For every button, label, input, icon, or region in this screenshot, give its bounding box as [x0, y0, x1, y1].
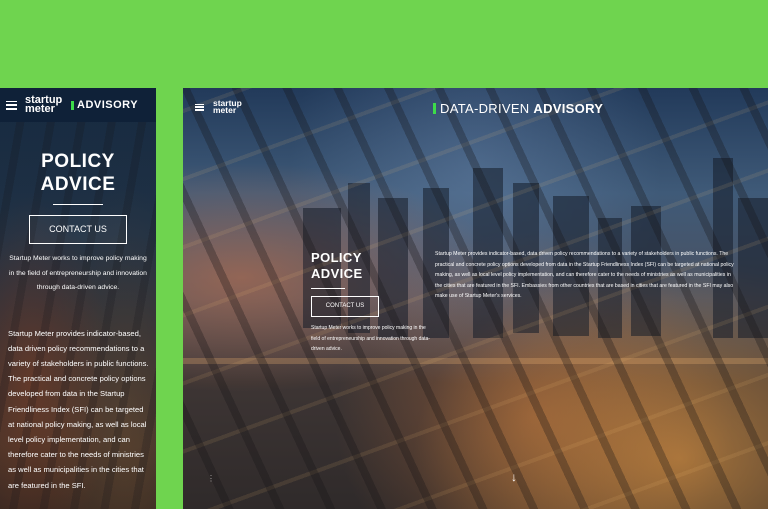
mobile-page-title: POLICY ADVICE — [6, 150, 150, 196]
arrow-down-icon[interactable]: ↓ — [511, 470, 517, 484]
mobile-brand: ADVISORY — [77, 99, 139, 111]
header-title-prefix: DATA-DRIVEN — [440, 101, 530, 116]
desktop-hero-left: POLICY ADVICE CONTACT US Startup Meter w… — [311, 250, 431, 355]
desktop-logo[interactable]: startup meter — [213, 99, 242, 115]
mobile-navbar: startup meter ADVISORY — [0, 88, 156, 122]
mobile-preview: startup meter ADVISORY POLICY ADVICE CON… — [0, 88, 156, 509]
menu-icon[interactable] — [6, 100, 17, 110]
mobile-contact-button[interactable]: CONTACT US — [29, 215, 127, 244]
desktop-preview: startup meter DATA-DRIVEN ADVISORY POLIC… — [183, 88, 768, 509]
mobile-body-text: Startup Meter provides indicator-based, … — [8, 328, 149, 490]
desktop-navbar: startup meter DATA-DRIVEN ADVISORY — [183, 88, 768, 126]
mobile-hero: POLICY ADVICE CONTACT US Startup Meter w… — [0, 150, 156, 296]
header-title: DATA-DRIVEN ADVISORY — [433, 101, 603, 116]
header-title-bold: ADVISORY — [533, 101, 604, 116]
title-divider — [311, 288, 345, 289]
desktop-contact-button[interactable]: CONTACT US — [311, 296, 379, 317]
mobile-lead-text: Startup Meter works to improve policy ma… — [9, 255, 147, 291]
side-dots-icon[interactable]: ⋮ — [207, 474, 215, 483]
mobile-logo[interactable]: startup meter — [25, 95, 69, 115]
accent-bar — [71, 100, 74, 110]
menu-icon[interactable] — [195, 103, 204, 111]
desktop-page-title: POLICY ADVICE — [311, 250, 431, 282]
title-divider — [53, 204, 103, 205]
accent-bar — [433, 103, 436, 114]
header-title-text: DATA-DRIVEN ADVISORY — [440, 101, 603, 116]
desktop-body-text: Startup Meter provides indicator-based, … — [435, 251, 734, 300]
title-line-2: ADVICE — [40, 174, 116, 195]
logo-line-2: meter — [25, 103, 55, 115]
title-line-1: POLICY — [311, 250, 362, 265]
logo-line-2: meter — [213, 105, 237, 115]
title-line-2: ADVICE — [311, 266, 363, 281]
desktop-lead-text: Startup Meter works to improve policy ma… — [311, 325, 430, 352]
title-line-1: POLICY — [41, 151, 115, 172]
